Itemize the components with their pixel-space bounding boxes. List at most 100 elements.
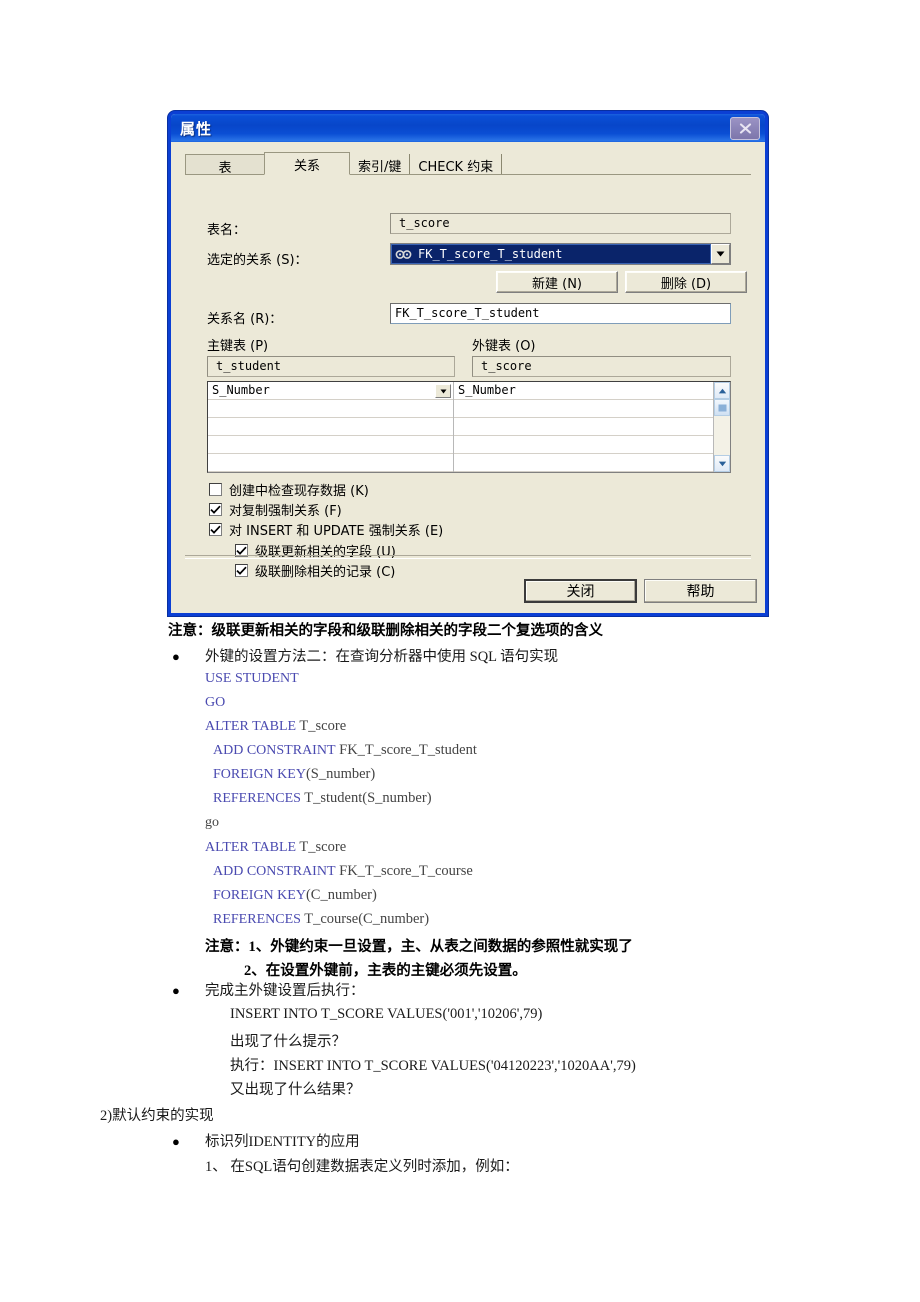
foreign-table-value: t_score	[472, 356, 731, 377]
scrollbar-track[interactable]	[714, 416, 730, 455]
divider	[185, 555, 751, 559]
bullet-icon: ●	[172, 1134, 180, 1149]
sql-identifier: (C_number)	[305, 887, 377, 903]
new-button[interactable]: 新建 (N)	[496, 271, 618, 293]
exec-line-4: 又出现了什么结果？	[230, 1082, 361, 1098]
grid-vertical-scrollbar[interactable]	[713, 382, 730, 472]
table-row[interactable]: S_Number	[208, 382, 453, 400]
dialog-title: 属性	[180, 119, 213, 138]
table-row[interactable]	[454, 418, 713, 436]
sql-line-1: USE STUDENT	[205, 670, 299, 687]
relationship-icon	[395, 249, 413, 260]
sql-keyword: ALTER TABLE	[205, 719, 297, 734]
table-row[interactable]	[454, 454, 713, 472]
tab-index-keys[interactable]: 索引/键	[350, 154, 411, 175]
tab-check-constraint[interactable]: CHECK 约束	[410, 154, 503, 175]
sql-keyword: USE STUDENT	[205, 671, 299, 686]
checkbox-unchecked-icon[interactable]	[209, 483, 222, 496]
sql-identifier: FK_T_score_T_student	[335, 742, 477, 758]
sql-identifier: (S_number)	[305, 766, 376, 782]
sql-go-line: go	[205, 815, 219, 830]
sql2-line-2: ADD CONSTRAINT FK_T_score_T_course	[213, 863, 473, 880]
help-button[interactable]: 帮助	[644, 579, 757, 603]
sql-identifier: T_student(S_number)	[300, 790, 432, 806]
sql2-line-1: ALTER TABLE T_score	[205, 839, 346, 856]
primary-table-label: 主键表 (P)	[207, 339, 269, 354]
bullet-3-text: 标识列IDENTITY的应用	[205, 1134, 360, 1150]
dialog-body: 表 关系 索引/键 CHECK 约束 表名： t_score 选定的关系 (S)…	[171, 142, 765, 613]
properties-dialog: 属性 表 关系 索引/键 CHECK 约束 表名： t_score 选定的关系 …	[168, 111, 768, 616]
table-row[interactable]	[208, 454, 453, 472]
table-name-value: t_score	[390, 213, 731, 234]
sql-identifier: FK_T_score_T_course	[335, 863, 473, 879]
exec-line-2: 出现了什么提示？	[230, 1034, 346, 1050]
primary-table-value: t_student	[207, 356, 455, 377]
checkbox-row-enforce-for-replication[interactable]: 对复制强制关系 (F)	[209, 500, 342, 519]
bullet-icon: ●	[172, 983, 180, 998]
tab-relations[interactable]: 关系	[264, 152, 350, 175]
grid-cell-foreign-0: S_Number	[458, 383, 516, 397]
checkbox-label: 对复制强制关系 (F)	[229, 504, 342, 519]
selected-relation-label: 选定的关系 (S)：	[207, 253, 308, 268]
exec-line-1: INSERT INTO T_SCORE VALUES('001','10206'…	[230, 1006, 543, 1022]
scrollbar-thumb[interactable]	[714, 399, 730, 416]
sql-keyword: GO	[205, 695, 226, 710]
chevron-down-icon[interactable]	[711, 244, 730, 264]
grid-foreign-column: S_Number	[454, 382, 713, 472]
sql-line-2: GO	[205, 694, 225, 711]
chevron-down-icon[interactable]	[435, 384, 451, 398]
grid-primary-column: S_Number	[208, 382, 454, 472]
note-2-line-1: 注意：1、外键约束一旦设置，主、从表之间数据的参照性就实现了	[205, 939, 633, 955]
section-2-heading: 2)默认约束的实现	[100, 1108, 214, 1124]
selected-relation-value-wrap: FK_T_score_T_student	[391, 244, 711, 264]
column-mapping-grid[interactable]: S_Number S_Number	[207, 381, 731, 473]
sql-identifier: T_score	[296, 839, 347, 855]
checkbox-row-cascade-delete[interactable]: 级联删除相关的记录 (C)	[235, 561, 395, 580]
sql-keyword: ADD CONSTRAINT	[213, 864, 336, 879]
checkbox-checked-icon[interactable]	[209, 503, 222, 516]
sql-keyword: ALTER TABLE	[205, 840, 297, 855]
sql-identifier: T_course(C_number)	[300, 911, 430, 927]
tab-table[interactable]: 表	[185, 154, 265, 176]
sub-item-1: 1、 在SQL语句创建数据表定义列时添加，例如：	[205, 1159, 519, 1175]
checkbox-label: 创建中检查现存数据 (K)	[229, 484, 369, 499]
relation-name-label: 关系名 (R)：	[207, 312, 283, 327]
sql-identifier: T_score	[296, 718, 347, 734]
grid-cell-primary-0: S_Number	[212, 383, 270, 397]
bullet-2-text: 完成主外键设置后执行：	[205, 983, 365, 999]
table-row[interactable]	[208, 418, 453, 436]
sql-keyword: FOREIGN KEY	[213, 767, 306, 782]
checkbox-row-enforce-insert-update[interactable]: 对 INSERT 和 UPDATE 强制关系 (E)	[209, 520, 443, 539]
selected-relation-combo[interactable]: FK_T_score_T_student	[390, 243, 731, 265]
sql-line-5: FOREIGN KEY(S_number)	[213, 766, 375, 783]
checkbox-label: 对 INSERT 和 UPDATE 强制关系 (E)	[229, 524, 444, 539]
sql-keyword: REFERENCES	[213, 912, 301, 927]
sql2-line-4: REFERENCES T_course(C_number)	[213, 911, 429, 928]
table-row[interactable]: S_Number	[454, 382, 713, 400]
checkbox-row-check-existing-data[interactable]: 创建中检查现存数据 (K)	[209, 480, 369, 499]
sql-line-3: ALTER TABLE T_score	[205, 718, 346, 735]
table-row[interactable]	[208, 400, 453, 418]
sql-keyword: REFERENCES	[213, 791, 301, 806]
scroll-up-icon[interactable]	[714, 382, 730, 399]
checkbox-checked-icon[interactable]	[235, 564, 248, 577]
sql-keyword: ADD CONSTRAINT	[213, 743, 336, 758]
dialog-titlebar[interactable]: 属性	[171, 114, 765, 142]
relation-name-input[interactable]: FK_T_score_T_student	[390, 303, 731, 324]
scroll-down-icon[interactable]	[714, 455, 730, 472]
tab-strip: 表 关系 索引/键 CHECK 约束	[185, 152, 751, 176]
table-row[interactable]	[454, 400, 713, 418]
relations-panel: 表名： t_score 选定的关系 (S)： FK_T_score_T_stud…	[185, 175, 751, 580]
close-button[interactable]: 关闭	[524, 579, 637, 603]
sql-keyword: FOREIGN KEY	[213, 888, 306, 903]
table-row[interactable]	[454, 436, 713, 454]
selected-relation-value: FK_T_score_T_student	[418, 247, 563, 261]
table-name-label: 表名：	[207, 223, 247, 238]
table-row[interactable]	[208, 436, 453, 454]
close-icon[interactable]	[730, 117, 760, 140]
note-1: 注意：级联更新相关的字段和级联删除相关的字段二个复选项的含义	[168, 623, 603, 639]
sql-line-6: REFERENCES T_student(S_number)	[213, 790, 432, 807]
delete-button[interactable]: 删除 (D)	[625, 271, 747, 293]
sql-line-4: ADD CONSTRAINT FK_T_score_T_student	[213, 742, 477, 759]
checkbox-checked-icon[interactable]	[209, 523, 222, 536]
